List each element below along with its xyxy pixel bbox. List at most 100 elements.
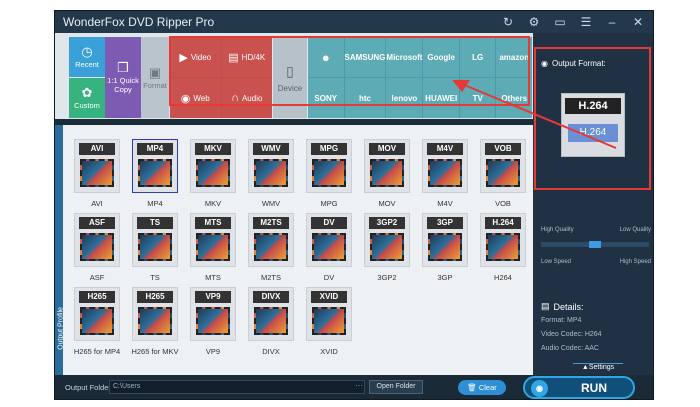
dv-icon: DV [306, 213, 352, 267]
format-item-mov[interactable]: MOV MOV [361, 139, 413, 211]
apple-icon: ● [321, 49, 330, 65]
output-format-highlight-box [534, 47, 651, 190]
format-item-vob[interactable]: VOB VOB [477, 139, 529, 211]
format-item-3gp[interactable]: 3GP 3GP [419, 213, 471, 285]
browse-button[interactable]: ··· [355, 381, 363, 390]
brand-samsung[interactable]: SAMSUNG [344, 37, 386, 77]
format-item-mts[interactable]: MTS MTS [187, 213, 239, 285]
category-web[interactable]: ◉ Web [170, 78, 221, 118]
bottom-bar: Output Folder: C:\Users ··· Open Folder … [55, 375, 653, 399]
quick-copy-button[interactable]: ❐ 1:1 Quick Copy [105, 37, 141, 118]
app-title: WonderFox DVD Ripper Pro [63, 15, 215, 29]
brand-sony[interactable]: SONY [308, 78, 344, 118]
menu-icon[interactable]: ☰ [573, 11, 599, 33]
3gp2-icon: 3GP2 [364, 213, 410, 267]
gear-icon: ✿ [81, 85, 93, 100]
format-list: AVI AVI MP4 MP4 MKV MKV WMV WMV MPG MPG MOV MO… [63, 125, 533, 375]
format-item-dv[interactable]: DV DV [303, 213, 355, 285]
format-tab[interactable]: ▣ Format [141, 37, 169, 118]
category-hd[interactable]: ▤ HD/4K [221, 37, 272, 77]
web-icon: ◉ [180, 92, 191, 105]
clock-icon: ◷ [81, 44, 93, 59]
headphones-icon: ∩ [231, 92, 239, 104]
detail-audio-codec: Audio Codec: AAC [541, 345, 599, 352]
brand-lg[interactable]: LG [459, 37, 496, 77]
format-item-mkv[interactable]: MKV MKV [187, 139, 239, 211]
title-bar: WonderFox DVD Ripper Pro ↻ ⚙ ▭ ☰ – ✕ [55, 11, 653, 33]
output-profile-tab[interactable]: Output Profile [55, 125, 65, 375]
brand-grid: ● SAMSUNG Microsoft Google LG amazon SON… [308, 37, 532, 118]
brand-others[interactable]: Others [496, 78, 532, 118]
run-button[interactable]: ◉ RUN [523, 376, 635, 399]
ts-icon: TS [132, 213, 178, 267]
brand-google[interactable]: Google [423, 37, 459, 77]
chat-icon[interactable]: ▭ [547, 11, 573, 33]
category-audio[interactable]: ∩ Audio [221, 78, 272, 118]
gpu-icon: ◉ [531, 380, 548, 397]
vp9-icon: VP9 [190, 287, 236, 341]
recent-button[interactable]: ◷ Recent [69, 37, 105, 77]
format-item-wmv[interactable]: WMV WMV [245, 139, 297, 211]
format-item-mpg[interactable]: MPG MPG [303, 139, 355, 211]
category-grid: ▶ Video ▤ HD/4K ◉ Web ∩ Audio [170, 37, 272, 118]
trash-icon: 🗑 [467, 383, 479, 392]
quality-slider-knob[interactable] [589, 241, 601, 248]
mpg-icon: MPG [306, 139, 352, 193]
h264-icon: H.264 [480, 213, 526, 267]
output-folder-input[interactable]: C:\Users [109, 380, 365, 394]
h265-icon: H265 [132, 287, 178, 341]
brand-huawei[interactable]: HUAWEI [423, 78, 459, 118]
format-item-mp4[interactable]: MP4 MP4 [129, 139, 181, 211]
hd-icon: ▤ [228, 51, 239, 64]
brand-lenovo[interactable]: lenovo [386, 78, 423, 118]
format-item-m4v[interactable]: M4V M4V [419, 139, 471, 211]
format-item-h264[interactable]: H.264 H264 [477, 213, 529, 285]
asf-icon: ASF [74, 213, 120, 267]
detail-video-codec: Video Codec: H264 [541, 331, 602, 338]
category-video[interactable]: ▶ Video [170, 37, 221, 77]
mts-icon: MTS [190, 213, 236, 267]
format-item-ts[interactable]: TS TS [129, 213, 181, 285]
minimize-icon[interactable]: – [599, 11, 625, 33]
brand-microsoft[interactable]: Microsoft [386, 37, 423, 77]
h265-icon: H265 [74, 287, 120, 341]
detail-format: Format: MP4 [541, 317, 582, 324]
format-item-xvid[interactable]: XVID XVID [303, 287, 355, 359]
settings-arrow-icon: ▲ [581, 364, 589, 371]
divx-icon: DIVX [248, 287, 294, 341]
format-item-asf[interactable]: ASF ASF [71, 213, 123, 285]
quality-slider[interactable] [541, 241, 649, 248]
quality-labels: High Quality Low Quality [541, 227, 651, 233]
format-item-avi[interactable]: AVI AVI [71, 139, 123, 211]
speed-labels: Low Speed High Speed [541, 259, 651, 265]
brand-tv[interactable]: TV [459, 78, 496, 118]
settings-button[interactable]: ▲Settings [573, 363, 623, 373]
brand-amazon[interactable]: amazon [496, 37, 532, 77]
format-item-3gp2[interactable]: 3GP2 3GP2 [361, 213, 413, 285]
format-item-h265-mkv[interactable]: H265 H265 for MKV [129, 287, 181, 359]
custom-button[interactable]: ✿ Custom [69, 78, 105, 118]
brand-apple[interactable]: ● [308, 37, 344, 77]
format-item-m2ts[interactable]: M2TS M2TS [245, 213, 297, 285]
settings-icon[interactable]: ⚙ [521, 11, 547, 33]
format-item-vp9[interactable]: VP9 VP9 [187, 287, 239, 359]
details-icon: ▤ [541, 301, 550, 311]
m2ts-icon: M2TS [248, 213, 294, 267]
vob-icon: VOB [480, 139, 526, 193]
format-item-divx[interactable]: DIVX DIVX [245, 287, 297, 359]
clear-button[interactable]: 🗑 Clear [458, 380, 506, 395]
profile-ribbon: ◷ Recent ✿ Custom ❐ 1:1 Quick Copy ▣ For… [55, 33, 533, 119]
phone-icon: ▯ [286, 62, 294, 79]
avi-icon: AVI [74, 139, 120, 193]
refresh-icon[interactable]: ↻ [495, 11, 521, 33]
wmv-icon: WMV [248, 139, 294, 193]
open-folder-button[interactable]: Open Folder [369, 380, 423, 394]
format-item-h265-mp4[interactable]: H265 H265 for MP4 [71, 287, 123, 359]
mkv-icon: MKV [190, 139, 236, 193]
brand-htc[interactable]: htc [344, 78, 386, 118]
m4v-icon: M4V [422, 139, 468, 193]
3gp-icon: 3GP [422, 213, 468, 267]
device-tab[interactable]: ▯ Device [273, 37, 307, 118]
copy-icon: ❐ [117, 60, 129, 75]
close-icon[interactable]: ✕ [625, 11, 651, 33]
